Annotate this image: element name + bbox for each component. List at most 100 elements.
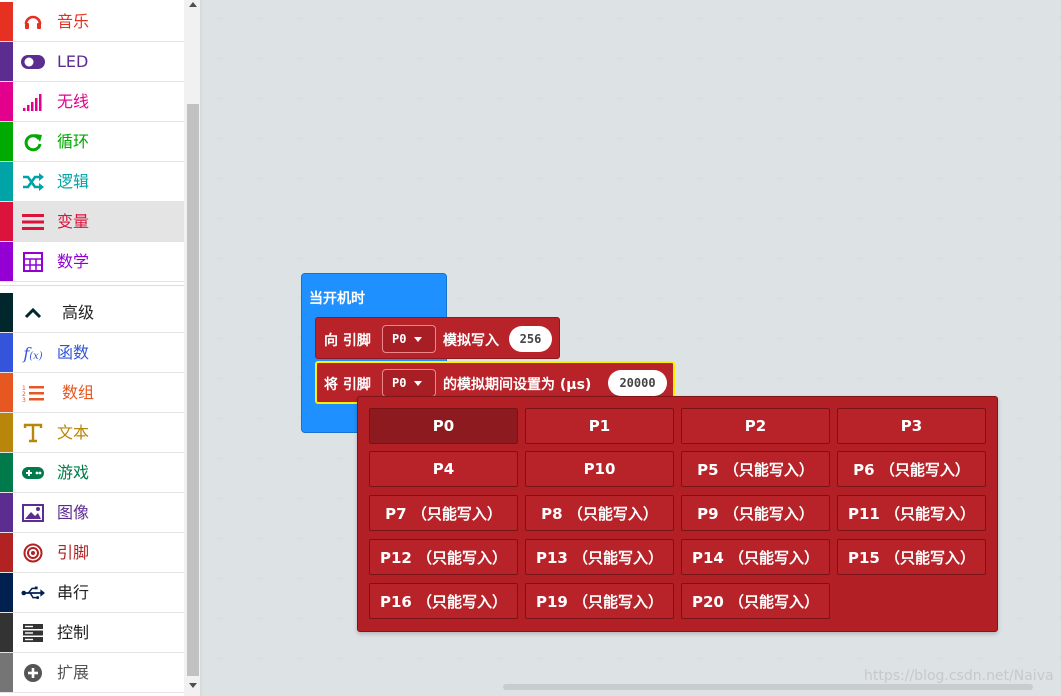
grid-plus-mark — [1017, 615, 1024, 622]
pin-option[interactable]: P6 （只能写入） — [837, 451, 986, 487]
grid-plus-mark — [777, 175, 784, 182]
value-input[interactable]: 20000 — [608, 370, 667, 396]
scroll-up-arrow-icon[interactable] — [189, 2, 197, 7]
scrollbar-thumb[interactable] — [187, 104, 199, 676]
toolbox-scrollbar[interactable] — [184, 0, 200, 696]
watermark-text: https://blog.csdn.net/Naiva — [864, 668, 1054, 684]
pin-option[interactable]: P16 （只能写入） — [369, 583, 518, 619]
refresh-icon — [21, 131, 45, 153]
pin-option[interactable]: P20 （只能写入） — [681, 583, 830, 619]
pin-option[interactable]: P15 （只能写入） — [837, 539, 986, 575]
category-game[interactable]: 游戏 — [0, 453, 184, 493]
category-logic[interactable]: 逻辑 — [0, 162, 184, 202]
grid-plus-mark — [217, 375, 224, 382]
grid-plus-mark — [217, 15, 224, 22]
grid-plus-mark — [297, 135, 304, 142]
category-arrays[interactable]: 123 数组 — [0, 373, 184, 413]
grid-plus-mark — [217, 335, 224, 342]
grid-plus-mark — [697, 655, 704, 662]
grid-plus-mark — [697, 375, 704, 382]
grid-plus-mark — [697, 15, 704, 22]
category-images[interactable]: 图像 — [0, 493, 184, 533]
scroll-down-arrow-icon[interactable] — [189, 683, 197, 688]
grid-plus-mark — [257, 455, 264, 462]
pin-dropdown[interactable]: P0 — [382, 325, 436, 353]
analog-write-block[interactable]: 向 引脚 P0 模拟写入 256 — [315, 317, 560, 359]
category-loops[interactable]: 循环 — [0, 122, 184, 162]
category-led[interactable]: LED — [0, 42, 184, 82]
category-pins[interactable]: 引脚 — [0, 533, 184, 573]
grid-plus-mark — [297, 615, 304, 622]
grid-plus-mark — [977, 295, 984, 302]
grid-plus-mark — [417, 135, 424, 142]
pin-option[interactable]: P13 （只能写入） — [525, 539, 674, 575]
grid-plus-mark — [1017, 655, 1024, 662]
category-control[interactable]: 控制 — [0, 613, 184, 653]
grid-plus-mark — [497, 55, 504, 62]
grid-plus-mark — [417, 215, 424, 222]
grid-plus-mark — [937, 295, 944, 302]
pin-option[interactable]: P4 — [369, 451, 518, 487]
grid-plus-mark — [417, 255, 424, 262]
pin-option[interactable]: P5 （只能写入） — [681, 451, 830, 487]
grid-plus-mark — [457, 95, 464, 102]
category-math[interactable]: 数学 — [0, 242, 184, 282]
pin-option[interactable]: P19 （只能写入） — [525, 583, 674, 619]
category-music[interactable]: 音乐 — [0, 2, 184, 42]
grid-plus-mark — [497, 175, 504, 182]
pin-option[interactable]: P1 — [525, 408, 674, 444]
pin-option[interactable]: P12 （只能写入） — [369, 539, 518, 575]
grid-plus-mark — [537, 175, 544, 182]
pin-option[interactable]: P7 （只能写入） — [369, 495, 518, 531]
grid-plus-mark — [257, 215, 264, 222]
grid-plus-mark — [937, 15, 944, 22]
value-input[interactable]: 256 — [509, 326, 552, 352]
grid-plus-mark — [1057, 15, 1061, 22]
grid-plus-mark — [937, 135, 944, 142]
pin-option[interactable]: P14 （只能写入） — [681, 539, 830, 575]
caret-down-icon — [414, 336, 423, 342]
grid-plus-mark — [537, 215, 544, 222]
grid-plus-mark — [1057, 255, 1061, 262]
category-stripe — [0, 122, 13, 161]
grid-plus-mark — [977, 215, 984, 222]
grid-plus-mark — [1057, 95, 1061, 102]
category-label: LED — [57, 52, 89, 71]
grid-plus-mark — [737, 255, 744, 262]
grid-plus-mark — [857, 95, 864, 102]
grid-plus-mark — [497, 255, 504, 262]
category-radio[interactable]: 无线 — [0, 82, 184, 122]
category-serial[interactable]: 串行 — [0, 573, 184, 613]
category-variables[interactable]: 变量 — [0, 202, 184, 242]
grid-plus-mark — [537, 15, 544, 22]
workspace-horizontal-scrollbar[interactable] — [503, 684, 1033, 690]
category-text[interactable]: 文本 — [0, 413, 184, 453]
category-functions[interactable]: f(x) 函数 — [0, 333, 184, 373]
toolbox: 音乐 LED 无线 循环 逻辑 变量 数学 高级 f(x) 函数 1 2 3 数… — [0, 0, 184, 696]
pin-option[interactable]: P10 — [525, 451, 674, 487]
grid-plus-mark — [577, 55, 584, 62]
category-advanced[interactable]: 高级 — [0, 293, 184, 333]
pin-option[interactable]: P9 （只能写入） — [681, 495, 830, 531]
pin-option[interactable]: P3 — [837, 408, 986, 444]
pin-option[interactable]: P2 — [681, 408, 830, 444]
grid-plus-mark — [1057, 335, 1061, 342]
block-suffix-label: 模拟写入 — [443, 333, 499, 349]
category-label: 扩展 — [57, 663, 90, 682]
pin-option[interactable]: P11 （只能写入） — [837, 495, 986, 531]
grid-plus-mark — [897, 135, 904, 142]
grid-plus-mark — [737, 135, 744, 142]
grid-plus-mark — [817, 375, 824, 382]
grid-plus-mark — [497, 15, 504, 22]
category-extensions[interactable]: 扩展 — [0, 653, 184, 693]
grid-plus-mark — [457, 215, 464, 222]
pin-option[interactable]: P8 （只能写入） — [525, 495, 674, 531]
pin-dropdown[interactable]: P0 — [382, 369, 436, 397]
grid-plus-mark — [417, 15, 424, 22]
grid-plus-mark — [857, 255, 864, 262]
grid-plus-mark — [737, 655, 744, 662]
grid-plus-mark — [1017, 55, 1024, 62]
pin-option[interactable]: P0 — [369, 408, 518, 444]
grid-plus-mark — [297, 15, 304, 22]
grid-plus-mark — [577, 95, 584, 102]
